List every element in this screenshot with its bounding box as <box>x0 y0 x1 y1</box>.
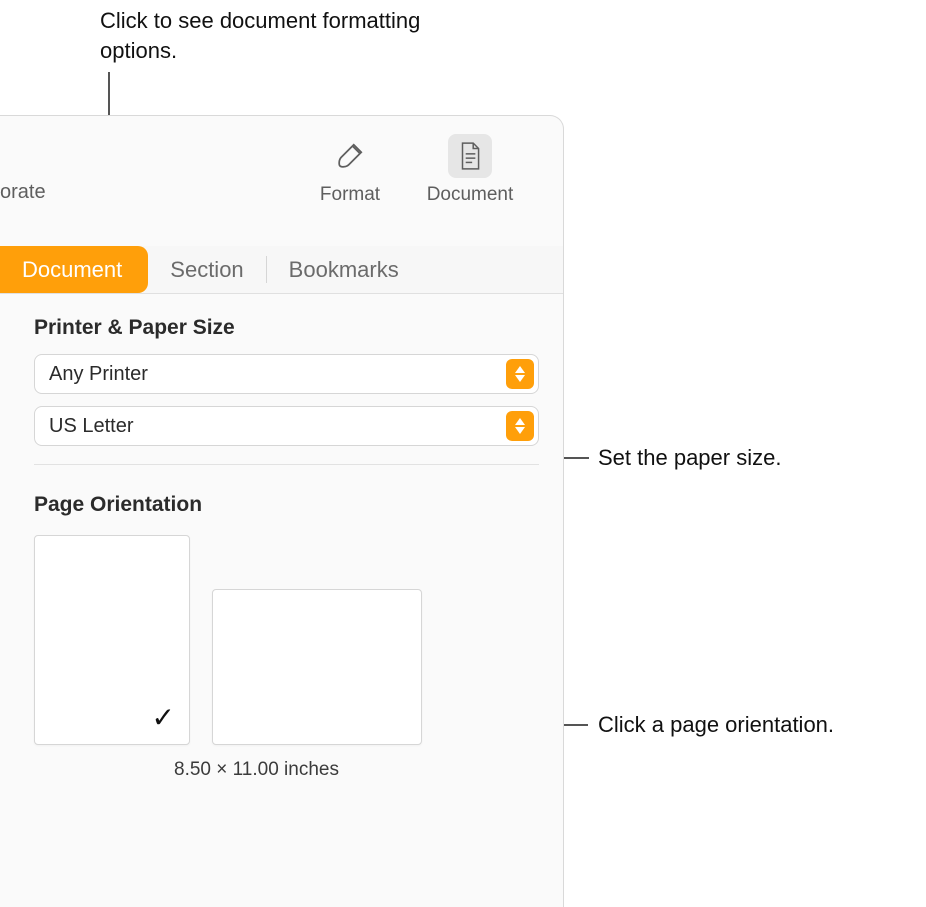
toolbar-partial-item: orate <box>0 181 46 204</box>
tab-bookmarks[interactable]: Bookmarks <box>267 246 421 293</box>
page-dimensions: 8.50 × 11.00 inches <box>174 759 539 781</box>
inspector-tab-bar: Document Section Bookmarks <box>0 246 563 294</box>
popup-arrows-icon <box>506 359 534 389</box>
section-divider <box>34 464 539 465</box>
tab-bookmarks-label: Bookmarks <box>289 257 399 283</box>
paper-size-value: US Letter <box>49 415 133 438</box>
format-label: Format <box>300 184 400 206</box>
document-label: Document <box>420 184 520 206</box>
document-icon <box>448 134 492 178</box>
callout-orientation: Click a page orientation. <box>598 710 834 740</box>
callout-paper-size: Set the paper size. <box>598 443 781 473</box>
orientation-landscape[interactable] <box>212 589 422 745</box>
popup-arrows-icon <box>506 411 534 441</box>
printer-paper-heading: Printer & Paper Size <box>34 316 539 340</box>
tab-document-label: Document <box>22 257 122 283</box>
orientation-options: ✓ <box>34 535 539 745</box>
tab-section[interactable]: Section <box>148 246 265 293</box>
window-toolbar: orate Format Document <box>0 116 563 246</box>
paper-size-popup[interactable]: US Letter <box>34 406 539 446</box>
tab-section-label: Section <box>170 257 243 283</box>
format-toolbar-button[interactable]: Format <box>300 134 400 206</box>
callout-document-tab: Click to see document formatting options… <box>100 6 460 65</box>
checkmark-icon: ✓ <box>152 701 175 734</box>
document-inspector-panel: orate Format Document <box>0 115 564 907</box>
document-toolbar-button[interactable]: Document <box>420 134 520 206</box>
paintbrush-icon <box>328 134 372 178</box>
printer-popup[interactable]: Any Printer <box>34 354 539 394</box>
printer-value: Any Printer <box>49 363 148 386</box>
inspector-body: Printer & Paper Size Any Printer US Lett… <box>0 294 563 781</box>
tab-document[interactable]: Document <box>0 246 148 293</box>
orientation-portrait[interactable]: ✓ <box>34 535 190 745</box>
page-orientation-heading: Page Orientation <box>34 493 539 517</box>
